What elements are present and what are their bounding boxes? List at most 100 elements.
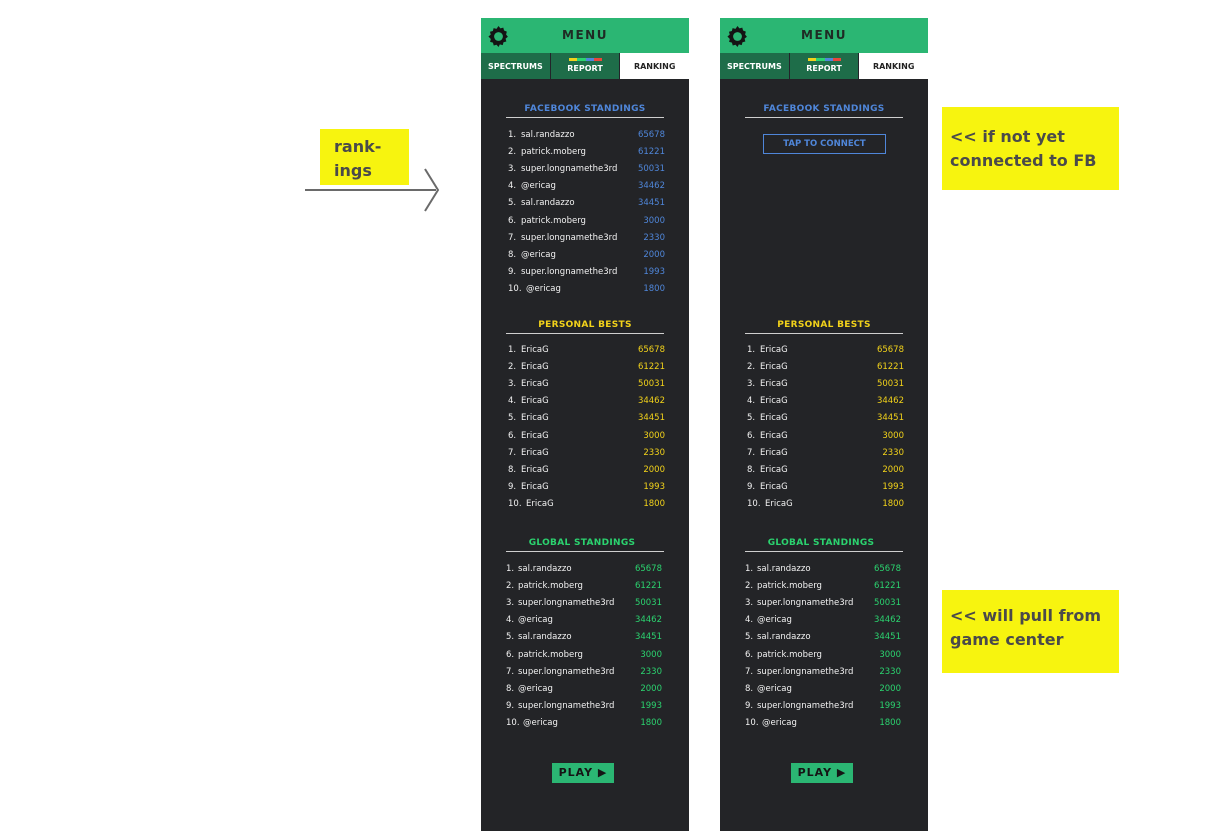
row-score: 50031 <box>634 598 662 609</box>
row-score: 2000 <box>643 249 665 260</box>
row-player-name: @ericag <box>762 717 797 728</box>
row-player-name: EricaG <box>760 362 788 373</box>
personal-bests-section: PERSONAL BESTS <box>720 318 928 334</box>
tab-label: RANKING <box>633 61 676 71</box>
row-player-name: EricaG <box>521 481 549 492</box>
leaderboard-row: 5. sal.randazzo 34451 <box>481 630 689 644</box>
leaderboard-row: 3. EricaG 50031 <box>481 377 689 391</box>
phone-screen-connected: MENU SPECTRUMS REPORT RANKING FACEBOOK S… <box>481 18 689 831</box>
leaderboard-row: 5. sal.randazzo 34451 <box>481 196 689 210</box>
row-score: 34451 <box>876 413 904 424</box>
row-rank: 4. <box>745 615 754 626</box>
row-score: 65678 <box>876 345 904 355</box>
row-player-name: EricaG <box>526 498 554 509</box>
row-rank: 3. <box>508 164 517 175</box>
tap-to-connect-button[interactable]: TAP TO CONNECT <box>763 134 886 154</box>
section-title: PERSONAL BESTS <box>777 320 871 330</box>
row-rank: 5. <box>508 198 517 209</box>
row-player-name: EricaG <box>760 481 788 492</box>
leaderboard-row: 2. EricaG 61221 <box>481 360 689 374</box>
row-rank: 8. <box>508 249 517 260</box>
leaderboard-row: 4. @ericag 34462 <box>481 613 689 627</box>
row-rank: 3. <box>745 598 754 609</box>
leaderboard-row: 3. super.longnamethe3rd 50031 <box>481 162 689 176</box>
leaderboard-row: 10. @ericag 1800 <box>481 716 689 730</box>
leaderboard-row: 8. @ericag 2000 <box>481 248 689 262</box>
row-score: 1800 <box>643 283 665 294</box>
row-score: 50031 <box>637 164 665 175</box>
row-score: 1800 <box>879 717 901 728</box>
row-rank: 1. <box>747 345 756 355</box>
leaderboard-row: 1. sal.randazzo 65678 <box>481 562 689 576</box>
section-title: FACEBOOK STANDINGS <box>524 104 646 114</box>
row-score: 2330 <box>643 232 665 243</box>
section-title: GLOBAL STANDINGS <box>767 538 875 548</box>
play-button[interactable]: PLAY ▶ <box>791 763 853 783</box>
row-rank: 10. <box>506 717 520 728</box>
row-player-name: EricaG <box>765 498 793 509</box>
row-player-name: EricaG <box>521 413 549 424</box>
row-score: 61221 <box>634 581 662 592</box>
leaderboard-row: 5. EricaG 34451 <box>481 411 689 425</box>
row-score: 34451 <box>637 198 665 209</box>
row-score: 1800 <box>882 498 904 509</box>
row-rank: 10. <box>745 717 759 728</box>
leaderboard-row: 7. super.longnamethe3rd 2330 <box>481 231 689 245</box>
row-rank: 5. <box>508 413 517 424</box>
row-rank: 10. <box>747 498 761 509</box>
section-divider <box>506 333 664 334</box>
leaderboard-row: 1. sal.randazzo 65678 <box>720 562 928 576</box>
row-rank: 4. <box>506 615 515 626</box>
tab-bar: SPECTRUMS REPORT RANKING <box>481 53 689 79</box>
row-rank: 7. <box>747 447 756 458</box>
tab-report[interactable]: REPORT <box>549 53 620 79</box>
annotation-note-fb-connect: << if not yet connected to FB <box>942 107 1119 190</box>
leaderboard-row: 7. super.longnamethe3rd 2330 <box>720 665 928 679</box>
row-score: 2330 <box>882 447 904 458</box>
row-rank: 6. <box>506 649 515 660</box>
row-player-name: super.longnamethe3rd <box>757 700 854 711</box>
leaderboard-row: 6. patrick.moberg 3000 <box>481 214 689 228</box>
leaderboard-row: 6. patrick.moberg 3000 <box>481 648 689 662</box>
row-rank: 10. <box>508 283 522 294</box>
tab-ranking[interactable]: RANKING <box>858 53 928 79</box>
row-rank: 4. <box>747 396 756 407</box>
leaderboard-row: 4. @ericag 34462 <box>720 613 928 627</box>
row-player-name: super.longnamethe3rd <box>518 700 615 711</box>
leaderboard-row: 4. EricaG 34462 <box>720 394 928 408</box>
row-player-name: patrick.moberg <box>757 649 822 660</box>
tab-ranking[interactable]: RANKING <box>619 53 689 79</box>
row-rank: 1. <box>508 130 517 140</box>
leaderboard-row: 7. EricaG 2330 <box>481 446 689 460</box>
leaderboard-row: 3. super.longnamethe3rd 50031 <box>481 596 689 610</box>
tab-spectrums[interactable]: SPECTRUMS <box>720 53 789 79</box>
row-score: 2330 <box>640 666 662 677</box>
leaderboard-row: 7. EricaG 2330 <box>720 446 928 460</box>
row-player-name: EricaG <box>521 345 549 355</box>
global-standings-section: GLOBAL STANDINGS <box>720 536 928 552</box>
global-standings-section: GLOBAL STANDINGS <box>481 536 689 552</box>
row-rank: 8. <box>745 683 754 694</box>
tab-spectrums[interactable]: SPECTRUMS <box>481 53 550 79</box>
row-rank: 9. <box>747 481 756 492</box>
row-rank: 2. <box>745 581 754 592</box>
row-player-name: @ericag <box>518 615 553 626</box>
play-button[interactable]: PLAY ▶ <box>552 763 614 783</box>
row-player-name: EricaG <box>521 447 549 458</box>
row-player-name: sal.randazzo <box>521 130 575 140</box>
row-rank: 1. <box>506 564 515 574</box>
leaderboard-row: 6. EricaG 3000 <box>720 429 928 443</box>
row-player-name: super.longnamethe3rd <box>521 266 618 277</box>
row-player-name: super.longnamethe3rd <box>518 598 615 609</box>
leaderboard-row: 9. super.longnamethe3rd 1993 <box>720 699 928 713</box>
row-rank: 5. <box>747 413 756 424</box>
row-rank: 4. <box>508 396 517 407</box>
row-score: 1800 <box>640 717 662 728</box>
tab-report[interactable]: REPORT <box>788 53 859 79</box>
row-player-name: @ericag <box>757 683 792 694</box>
row-score: 1993 <box>643 266 665 277</box>
arrow-right-icon <box>305 168 440 212</box>
row-rank: 9. <box>508 266 517 277</box>
row-score: 1800 <box>643 498 665 509</box>
row-rank: 9. <box>745 700 754 711</box>
